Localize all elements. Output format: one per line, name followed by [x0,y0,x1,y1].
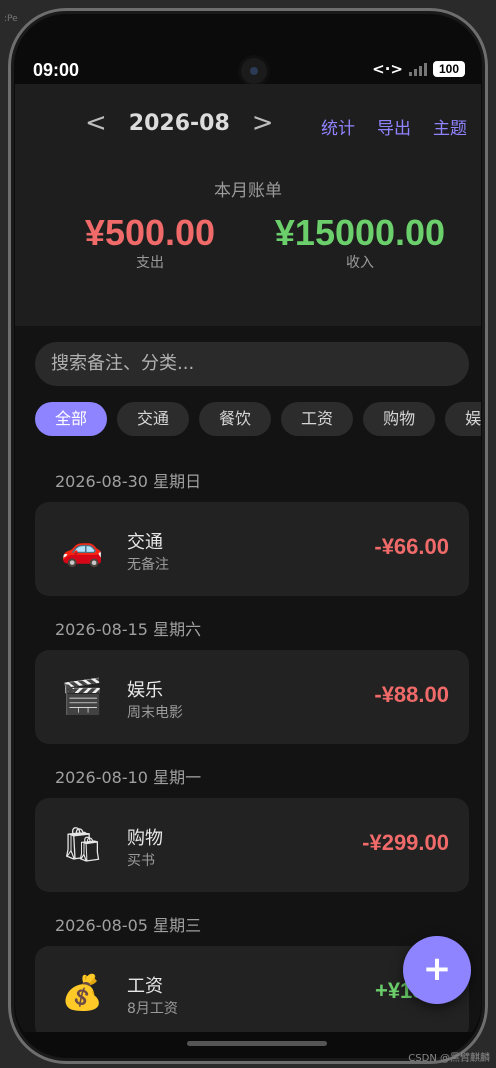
filter-chip-shopping[interactable]: 购物 [363,402,436,436]
expense-label: 支出 [136,255,164,271]
car-icon: 🚗 [61,529,104,569]
date-header: 2026-08-30 星期日 [55,472,202,491]
category-filters: 全部 交通 餐饮 工资 购物 娱 [35,402,481,436]
clapperboard-icon: 🎬 [61,677,104,717]
shopping-bags-icon: 🛍 [61,825,105,865]
transaction-note: 买书 [127,853,155,869]
transaction-card[interactable]: 🛍 购物 买书 -¥299.00 [35,798,469,892]
date-header: 2026-08-10 星期一 [55,768,202,787]
transaction-note: 无备注 [127,557,169,573]
transaction-amount: -¥299.00 [362,830,449,855]
theme-button[interactable]: 主题 [433,114,467,139]
income-summary: ¥15000.00 收入 [265,212,455,272]
status-icons: <·> 100 [372,58,465,80]
filter-chip-salary[interactable]: 工资 [281,402,354,436]
next-month-button[interactable]: > [252,108,274,138]
filter-chip-entertainment[interactable]: 娱 [445,402,481,436]
camera-icon [241,58,267,84]
add-transaction-button[interactable]: + [403,936,471,1004]
filter-chip-transport[interactable]: 交通 [117,402,190,436]
export-button[interactable]: 导出 [377,114,411,139]
transaction-card[interactable]: 🎬 娱乐 周末电影 -¥88.00 [35,650,469,744]
home-indicator[interactable] [187,1041,327,1046]
prev-month-button[interactable]: < [85,108,107,138]
status-time: 09:00 [33,60,80,80]
transaction-note: 周末电影 [127,705,183,721]
filter-chip-dining[interactable]: 餐饮 [199,402,272,436]
date-header: 2026-08-05 星期三 [55,916,202,935]
status-bar: 09:00 <·> 100 [15,18,481,84]
transaction-category: 娱乐 [127,680,163,701]
transaction-amount: -¥66.00 [374,534,449,559]
signal-icon [409,62,427,76]
month-summary: < 2026-08 > 统计 导出 主题 本月账单 ¥500.00 支出 ¥15… [15,84,481,326]
month-navigator: < 2026-08 > [85,108,274,138]
current-month[interactable]: 2026-08 [129,111,230,136]
bill-label: 本月账单 [214,181,282,201]
money-bag-icon: 💰 [61,973,104,1013]
transaction-category: 交通 [127,532,163,553]
transaction-note: 8月工资 [127,1001,178,1017]
transaction-amount: -¥88.00 [374,682,449,707]
expense-amount: ¥500.00 [84,212,216,253]
search-input[interactable]: 搜索备注、分类... [35,342,469,386]
header-actions: 统计 导出 主题 [321,114,467,139]
income-amount: ¥15000.00 [274,212,446,253]
filter-chip-all[interactable]: 全部 [35,402,108,436]
phone-frame: 09:00 <·> 100 < 2026-08 > 统计 导出 主题 本月账单 [8,8,488,1064]
transaction-card[interactable]: 🚗 交通 无备注 -¥66.00 [35,502,469,596]
network-icon: <·> [372,60,403,78]
transaction-category: 购物 [127,828,163,849]
date-header: 2026-08-15 星期六 [55,620,202,639]
stats-button[interactable]: 统计 [321,114,355,139]
app-screen: 09:00 <·> 100 < 2026-08 > 统计 导出 主题 本月账单 [15,18,481,1054]
transaction-category: 工资 [127,976,163,997]
battery-icon: 100 [433,61,465,77]
watermark: CSDN @黑臂麒麟 [408,1053,490,1064]
expense-summary: ¥500.00 支出 [75,212,225,272]
income-label: 收入 [346,255,374,271]
